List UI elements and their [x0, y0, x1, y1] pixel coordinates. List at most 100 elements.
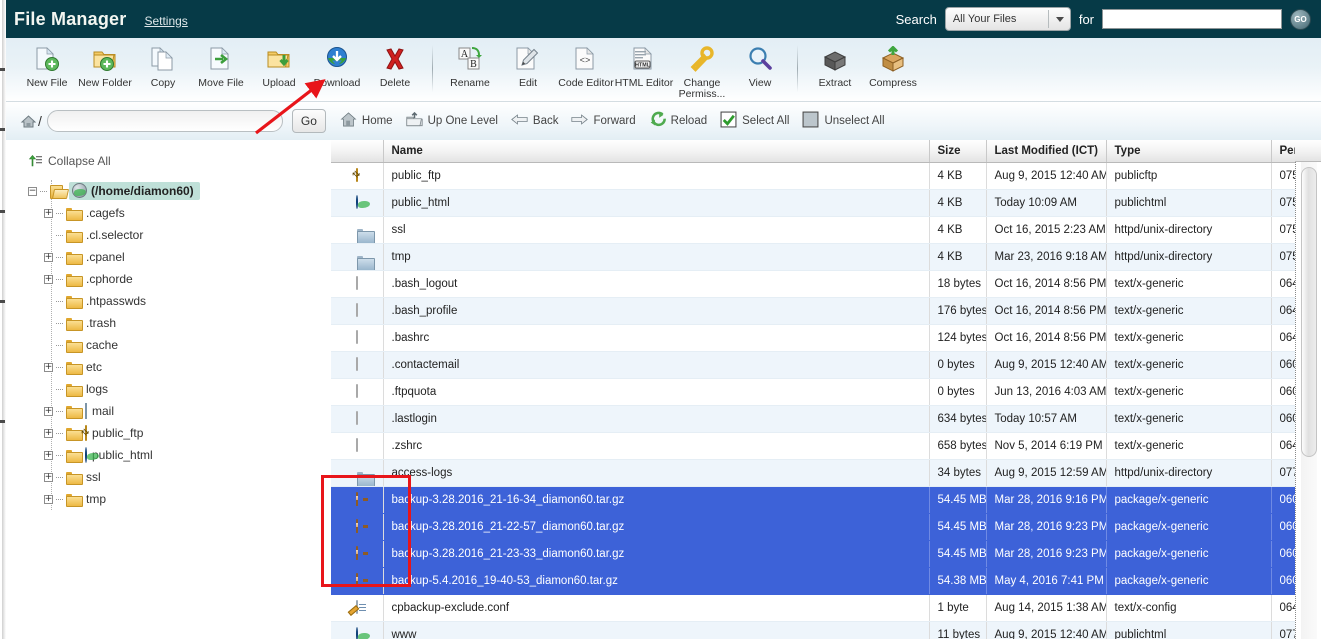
- file-name-cell[interactable]: .ftpquota: [383, 378, 930, 406]
- table-row[interactable]: access-logs 34 bytes Aug 9, 2015 12:59 AM h…: [331, 459, 1321, 487]
- table-row[interactable]: public_html 4 KB Today 10:09 AM publichtml 0…: [331, 189, 1321, 217]
- expander-expand-icon[interactable]: +: [44, 472, 53, 482]
- path-go-button[interactable]: Go: [291, 109, 326, 133]
- toolbar-button-download[interactable]: Download: [308, 41, 366, 89]
- toolbar-button-move-file[interactable]: Move File: [192, 41, 250, 89]
- tree-node-dot-trash[interactable]: .trash: [6, 312, 331, 334]
- file-name-cell[interactable]: www: [383, 621, 930, 639]
- table-row[interactable]: .zshrc 658 bytes Nov 5, 2014 6:19 PM text/x…: [331, 432, 1321, 460]
- table-row[interactable]: ⇅ public_ftp 4 KB Aug 9, 2015 12:40 AM publi…: [331, 162, 1321, 190]
- file-icon-cell[interactable]: [331, 216, 384, 244]
- table-row[interactable]: .bashrc 124 bytes Oct 16, 2014 8:56 PM text…: [331, 324, 1321, 352]
- nav-forward[interactable]: Forward: [571, 111, 636, 131]
- toolbar-button-compress[interactable]: Compress: [864, 41, 922, 89]
- tree-node-tmp[interactable]: + tmp: [6, 488, 331, 510]
- table-row[interactable]: .bash_logout 18 bytes Oct 16, 2014 8:56 PM…: [331, 270, 1321, 298]
- column-header-icon[interactable]: [331, 140, 384, 163]
- nav-unselect-all[interactable]: Unselect All: [802, 111, 885, 131]
- search-input[interactable]: [1102, 9, 1282, 29]
- scrollbar-thumb[interactable]: [1301, 167, 1317, 457]
- tree-node-mail[interactable]: + mail: [6, 400, 331, 422]
- expander-expand-icon[interactable]: +: [44, 406, 53, 416]
- file-name-cell[interactable]: public_html: [383, 189, 930, 217]
- file-icon-cell[interactable]: [331, 486, 384, 514]
- file-icon-cell[interactable]: [331, 594, 384, 622]
- toolbar-button-new-file[interactable]: New File: [18, 41, 76, 89]
- file-name-cell[interactable]: backup-5.4.2016_19-40-53_diamon60.tar.gz: [383, 567, 930, 595]
- nav-up-one-level[interactable]: Up One Level: [405, 111, 498, 131]
- search-go-button[interactable]: GO: [1290, 8, 1311, 30]
- table-row[interactable]: backup-3.28.2016_21-22-57_diamon60.tar.g…: [331, 513, 1321, 541]
- table-row[interactable]: .contactemail 0 bytes Aug 9, 2015 12:40 AM…: [331, 351, 1321, 379]
- table-row[interactable]: .ftpquota 0 bytes Jun 13, 2016 4:03 AM text…: [331, 378, 1321, 406]
- toolbar-button-view[interactable]: View: [731, 41, 789, 89]
- table-row[interactable]: www 11 bytes Aug 9, 2015 12:40 AM publichtm…: [331, 621, 1321, 639]
- nav-select-all[interactable]: Select All: [720, 111, 789, 131]
- toolbar-button-rename[interactable]: A B Rename: [441, 41, 499, 89]
- tree-node-public-html[interactable]: + public_html: [6, 444, 331, 466]
- file-icon-cell[interactable]: [331, 243, 384, 271]
- file-icon-cell[interactable]: [331, 405, 384, 433]
- file-name-cell[interactable]: backup-3.28.2016_21-23-33_diamon60.tar.g…: [383, 540, 930, 568]
- file-name-cell[interactable]: public_ftp: [383, 162, 930, 190]
- collapse-all-button[interactable]: Collapse All: [28, 154, 331, 168]
- expander-expand-icon[interactable]: +: [44, 494, 53, 504]
- tree-node-dot-cl-selector[interactable]: .cl.selector: [6, 224, 331, 246]
- file-name-cell[interactable]: tmp: [383, 243, 930, 271]
- search-scope-select[interactable]: All Your Files: [944, 7, 1071, 31]
- toolbar-button-new-folder[interactable]: New Folder: [76, 41, 134, 89]
- table-row[interactable]: .lastlogin 634 bytes Today 10:57 AM text/x-…: [331, 405, 1321, 433]
- column-header-size[interactable]: Size: [929, 140, 987, 163]
- tree-node-dot-cpanel[interactable]: + .cpanel: [6, 246, 331, 268]
- tree-node-etc[interactable]: + etc: [6, 356, 331, 378]
- toolbar-button-html-editor[interactable]: HTML HTML Editor: [615, 41, 673, 89]
- file-list-scrollbar[interactable]: [1295, 162, 1321, 639]
- file-icon-cell[interactable]: [331, 459, 384, 487]
- file-icon-cell[interactable]: [331, 513, 384, 541]
- file-name-cell[interactable]: backup-3.28.2016_21-22-57_diamon60.tar.g…: [383, 513, 930, 541]
- file-icon-cell[interactable]: [331, 324, 384, 352]
- toolbar-button-upload[interactable]: Upload: [250, 41, 308, 89]
- settings-link[interactable]: Settings: [144, 14, 187, 28]
- file-icon-cell[interactable]: ⇅: [331, 162, 384, 190]
- file-icon-cell[interactable]: [331, 351, 384, 379]
- file-name-cell[interactable]: .bashrc: [383, 324, 930, 352]
- expander-expand-icon[interactable]: +: [44, 274, 53, 284]
- toolbar-button-delete[interactable]: Delete: [366, 41, 424, 89]
- expander-collapse-icon[interactable]: −: [28, 186, 37, 196]
- file-name-cell[interactable]: .lastlogin: [383, 405, 930, 433]
- file-icon-cell[interactable]: [331, 378, 384, 406]
- file-icon-cell[interactable]: [331, 297, 384, 325]
- expander-expand-icon[interactable]: +: [44, 362, 53, 372]
- nav-home[interactable]: Home: [340, 111, 393, 131]
- tree-node-root[interactable]: − (/home/diamon60): [6, 180, 331, 202]
- table-row[interactable]: cpbackup-exclude.conf 1 byte Aug 14, 2015 …: [331, 594, 1321, 622]
- toolbar-button-extract[interactable]: Extract: [806, 41, 864, 89]
- table-row[interactable]: ssl 4 KB Oct 16, 2015 2:23 AM httpd/unix-di…: [331, 216, 1321, 244]
- nav-reload[interactable]: Reload: [649, 111, 707, 131]
- column-header-type[interactable]: Type: [1106, 140, 1272, 163]
- file-icon-cell[interactable]: [331, 567, 384, 595]
- expander-expand-icon[interactable]: +: [44, 208, 53, 218]
- toolbar-button-change-permiss[interactable]: Change Permiss...: [673, 41, 731, 100]
- table-row[interactable]: .bash_profile 176 bytes Oct 16, 2014 8:56 …: [331, 297, 1321, 325]
- file-icon-cell[interactable]: [331, 621, 384, 639]
- toolbar-button-copy[interactable]: Copy: [134, 41, 192, 89]
- tree-node-cache[interactable]: cache: [6, 334, 331, 356]
- file-name-cell[interactable]: .zshrc: [383, 432, 930, 460]
- tree-node-logs[interactable]: logs: [6, 378, 331, 400]
- file-name-cell[interactable]: .contactemail: [383, 351, 930, 379]
- nav-back[interactable]: Back: [511, 111, 558, 131]
- toolbar-button-code-editor[interactable]: <> Code Editor: [557, 41, 615, 89]
- file-name-cell[interactable]: backup-3.28.2016_21-16-34_diamon60.tar.g…: [383, 486, 930, 514]
- file-name-cell[interactable]: cpbackup-exclude.conf: [383, 594, 930, 622]
- file-icon-cell[interactable]: [331, 540, 384, 568]
- file-name-cell[interactable]: .bash_logout: [383, 270, 930, 298]
- file-name-cell[interactable]: .bash_profile: [383, 297, 930, 325]
- tree-node-dot-cagefs[interactable]: + .cagefs: [6, 202, 331, 224]
- file-name-cell[interactable]: ssl: [383, 216, 930, 244]
- column-header-name[interactable]: Name: [383, 140, 930, 163]
- expander-expand-icon[interactable]: +: [44, 450, 53, 460]
- expander-expand-icon[interactable]: +: [44, 428, 53, 438]
- table-row[interactable]: backup-5.4.2016_19-40-53_diamon60.tar.gz…: [331, 567, 1321, 595]
